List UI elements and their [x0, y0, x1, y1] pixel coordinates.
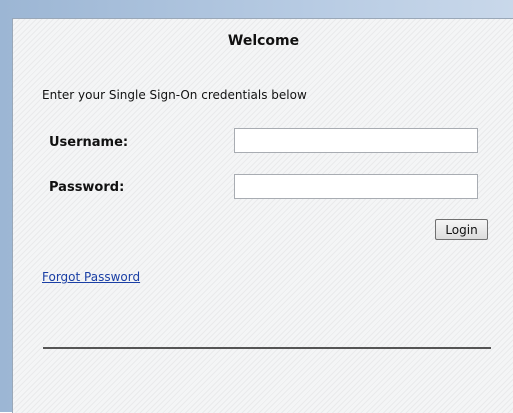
forgot-password-link[interactable]: Forgot Password [42, 270, 140, 284]
login-button[interactable]: Login [435, 219, 488, 240]
username-label: Username: [49, 135, 129, 150]
page-title: Welcome [227, 33, 300, 49]
divider [43, 347, 491, 349]
password-label: Password: [49, 180, 125, 195]
window-frame: Welcome Enter your Single Sign-On creden… [0, 0, 513, 413]
instructions-text: Enter your Single Sign-On credentials be… [42, 88, 307, 102]
username-input[interactable] [234, 128, 478, 153]
password-input[interactable] [234, 174, 478, 199]
login-panel: Welcome Enter your Single Sign-On creden… [12, 18, 513, 413]
